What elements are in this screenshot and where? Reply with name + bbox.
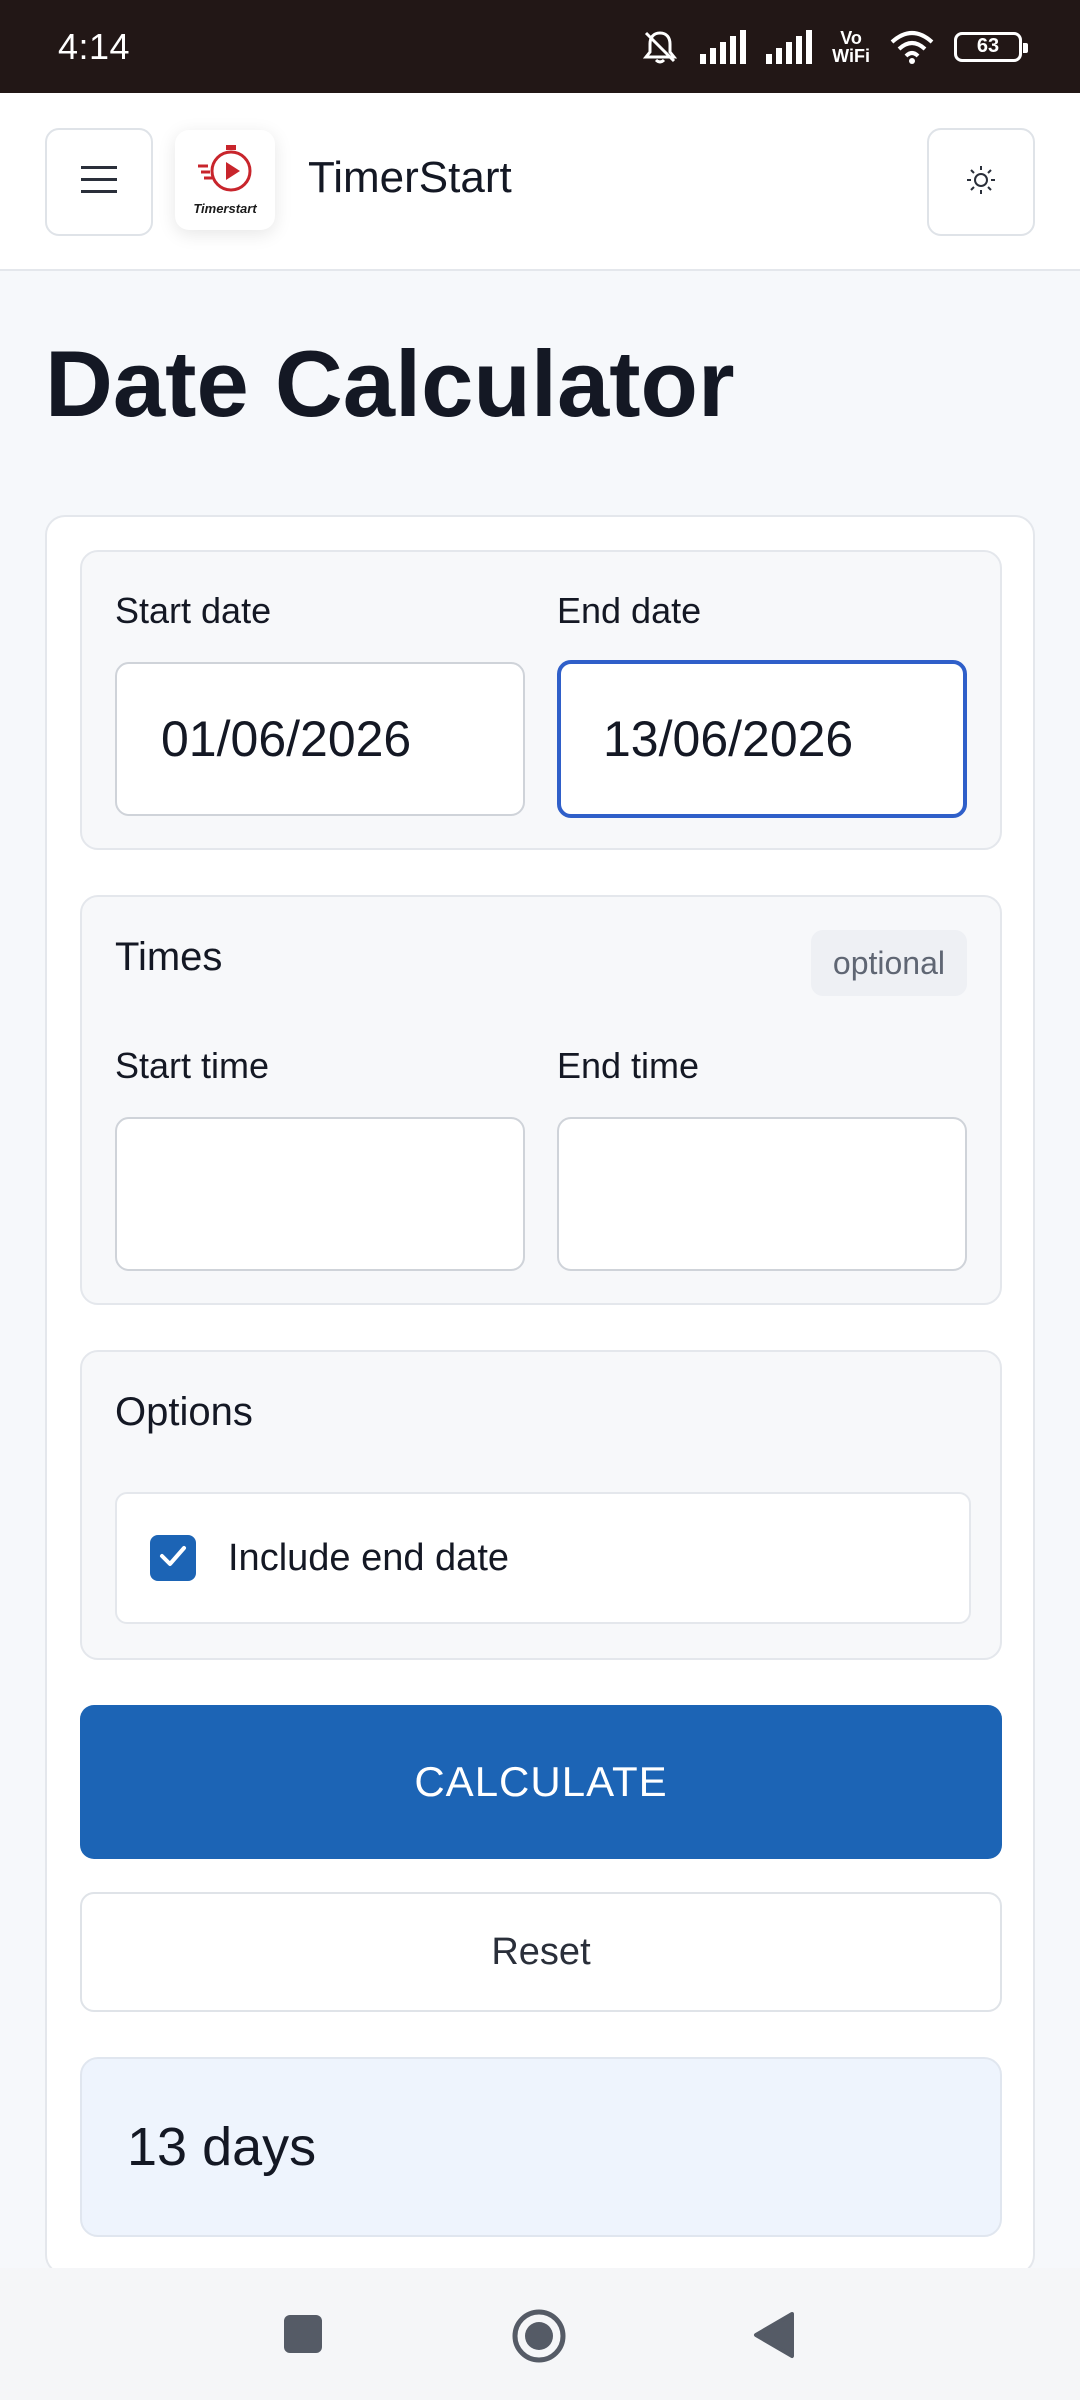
start-date-input[interactable]: 01/06/2026	[115, 662, 525, 816]
optional-badge: optional	[810, 930, 967, 996]
calculator-card: Start date 01/06/2026 End date 13/06/202…	[45, 515, 1035, 2275]
hamburger-icon	[81, 165, 117, 200]
app-title[interactable]: TimerStart	[308, 153, 512, 203]
include-end-date-label: Include end date	[228, 1536, 510, 1579]
page-title: Date Calculator	[45, 331, 735, 436]
start-date-label: Start date	[115, 590, 272, 631]
calculate-button[interactable]: CALCULATE	[80, 1705, 1002, 1859]
wifi-icon	[890, 30, 934, 64]
logo-text: Timerstart	[193, 201, 257, 216]
status-icons: Vo WiFi 63	[640, 27, 1028, 67]
battery-icon: 63	[954, 31, 1028, 62]
times-section: Times optional Start time End time	[80, 895, 1002, 1305]
app-logo[interactable]: Timerstart	[175, 130, 275, 230]
status-bar: 4:14 Vo WiFi 63	[0, 0, 1080, 93]
result-text: 13 days	[127, 2117, 317, 2177]
status-time: 4:14	[58, 25, 131, 67]
mute-icon	[640, 27, 680, 67]
end-time-label: End time	[557, 1045, 700, 1086]
include-end-date-checkbox[interactable]	[150, 1535, 196, 1581]
stopwatch-play-icon	[196, 144, 254, 199]
options-section: Options Include end date	[80, 1350, 1002, 1660]
checkmark-icon	[159, 1545, 187, 1572]
theme-toggle-button[interactable]	[927, 128, 1035, 236]
signal-icon	[766, 29, 813, 64]
vowifi-icon: Vo WiFi	[832, 27, 870, 66]
app-header: Timerstart TimerStart	[0, 93, 1080, 271]
end-date-label: End date	[557, 590, 702, 631]
home-icon[interactable]	[511, 2308, 567, 2369]
start-time-input[interactable]	[115, 1117, 525, 1271]
back-icon[interactable]	[752, 2310, 794, 2365]
signal-icon	[700, 29, 747, 64]
reset-button[interactable]: Reset	[80, 1892, 1002, 2012]
menu-button[interactable]	[45, 128, 153, 236]
start-time-label: Start time	[115, 1045, 270, 1086]
end-date-input[interactable]: 13/06/2026	[557, 660, 967, 818]
options-title: Options	[115, 1390, 253, 1434]
result-box: 13 days	[80, 2057, 1002, 2237]
include-end-date-option[interactable]: Include end date	[115, 1492, 971, 1624]
recent-apps-icon[interactable]	[282, 2313, 324, 2360]
end-time-input[interactable]	[557, 1117, 967, 1271]
sun-icon	[966, 165, 996, 200]
system-nav-bar	[0, 2268, 1080, 2400]
times-title: Times	[115, 935, 223, 979]
dates-section: Start date 01/06/2026 End date 13/06/202…	[80, 550, 1002, 850]
